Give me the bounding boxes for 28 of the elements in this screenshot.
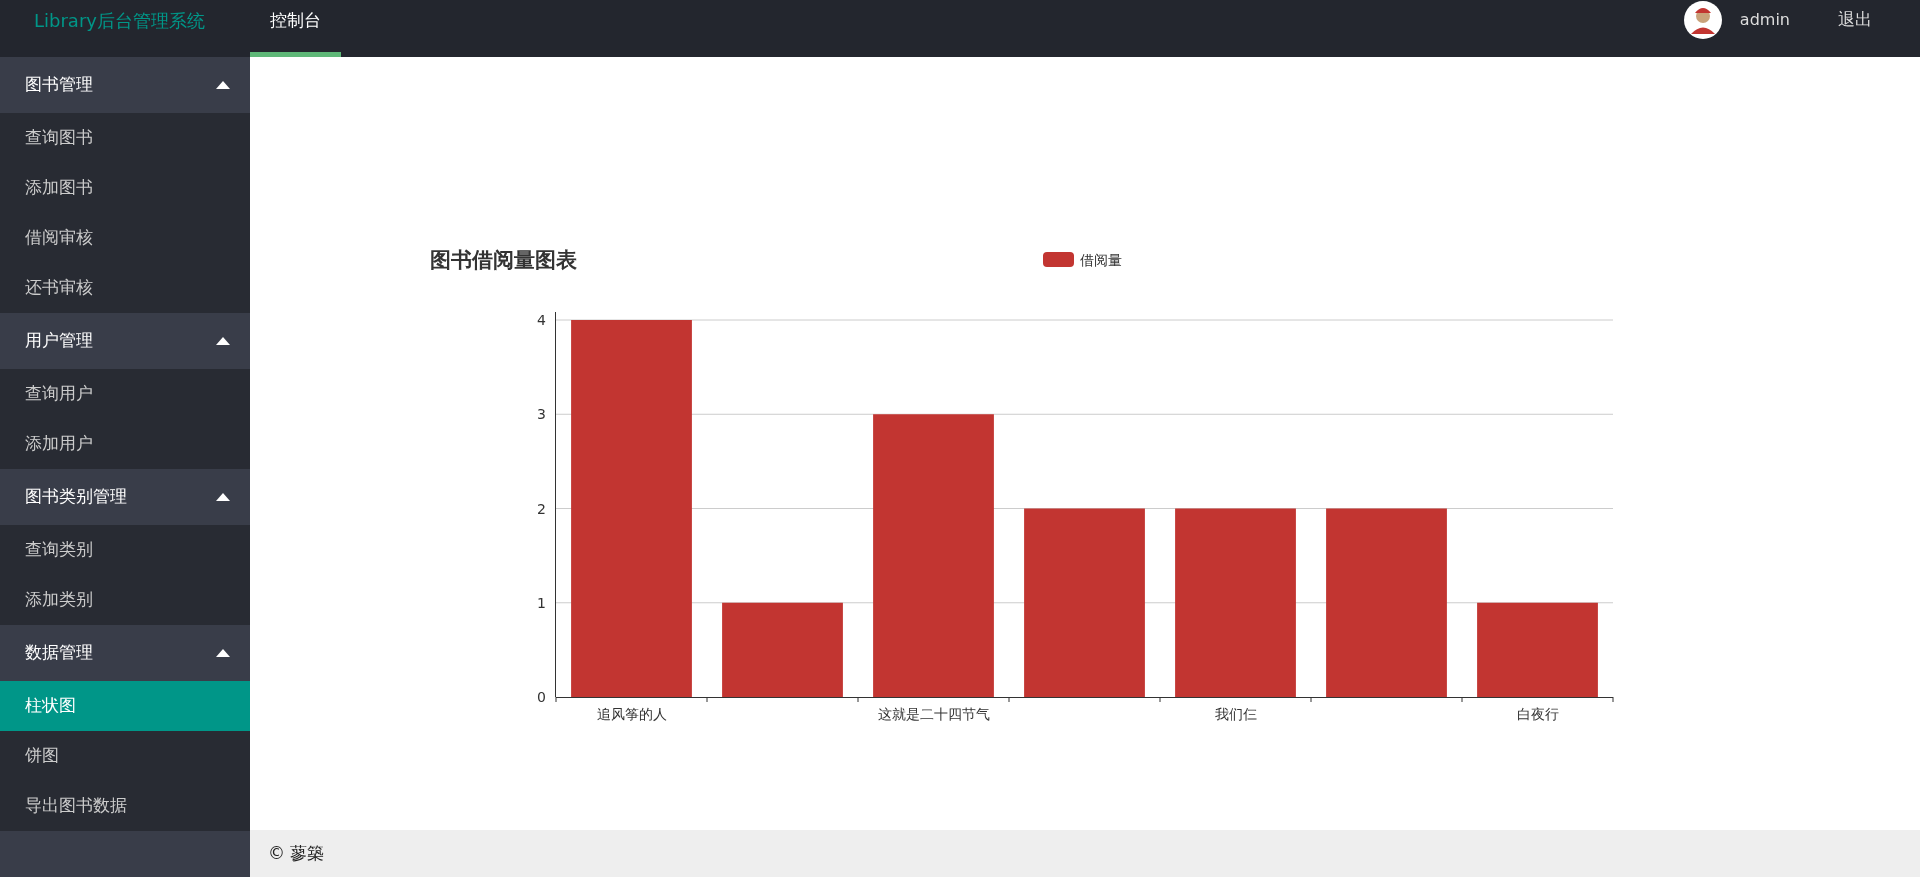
x-tick-label: 这就是二十四节气: [877, 706, 990, 722]
menu-item[interactable]: 借阅审核: [0, 213, 250, 263]
menu-item[interactable]: 饼图: [0, 731, 250, 781]
menu-item[interactable]: 添加用户: [0, 419, 250, 469]
avatar-icon: [1683, 1, 1722, 39]
legend-swatch[interactable]: [1043, 252, 1074, 267]
logout-link[interactable]: 退出: [1838, 7, 1872, 33]
copyright-text: © 蓼築: [268, 841, 325, 865]
y-tick-label: 4: [537, 312, 546, 328]
menu-item[interactable]: 添加图书: [0, 163, 250, 213]
y-tick-label: 3: [537, 406, 546, 423]
menu-item[interactable]: 查询类别: [0, 525, 250, 575]
legend-label[interactable]: 借阅量: [1080, 252, 1122, 268]
app-title: Library后台管理系统: [33, 8, 206, 33]
x-tick-label: 我们仨: [1214, 706, 1257, 722]
x-tick-label: 白夜行: [1516, 706, 1559, 722]
y-tick-label: 2: [537, 500, 546, 517]
x-tick-label: 追风筝的人: [596, 706, 667, 722]
username: admin: [1739, 9, 1790, 31]
menu-item[interactable]: 还书审核: [0, 263, 250, 313]
menu-item[interactable]: 导出图书数据: [0, 781, 250, 831]
y-tick-label: 1: [537, 594, 546, 611]
menu-item[interactable]: 添加类别: [0, 575, 250, 625]
y-tick-label: 0: [537, 689, 546, 705]
menu-item[interactable]: 柱状图: [0, 681, 250, 731]
chart-title: 图书借阅量图表: [430, 248, 577, 272]
menu-item[interactable]: 查询用户: [0, 369, 250, 419]
menu-item[interactable]: 查询图书: [0, 113, 250, 163]
